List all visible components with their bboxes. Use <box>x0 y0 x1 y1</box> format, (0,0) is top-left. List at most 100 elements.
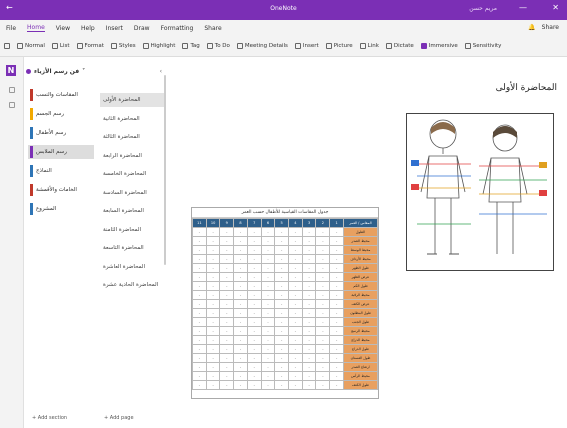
minimize-button[interactable]: — <box>519 3 527 12</box>
list-icon <box>51 43 58 49</box>
table-cell: - <box>260 344 276 354</box>
table-cell: - <box>329 353 344 363</box>
body-measurement-figure[interactable] <box>406 113 554 271</box>
menu-item-home[interactable]: Home <box>27 24 45 32</box>
table-row: - - - - - - - - - - - محيط الصدر <box>192 236 378 246</box>
add-page-button[interactable]: + Add page <box>96 415 168 421</box>
page-item[interactable]: المحاضرة الأولى <box>100 93 164 107</box>
ribbon-button-10[interactable]: Picture <box>325 43 353 49</box>
page-item[interactable]: المحاضرة التاسعة <box>100 241 164 255</box>
table-cell: - <box>205 335 221 345</box>
page-item[interactable]: المحاضرة العاشرة <box>100 260 164 274</box>
ribbon-button-9[interactable]: Insert <box>294 43 319 49</box>
expand-icon[interactable]: ‹ <box>160 68 162 75</box>
notifications-icon[interactable]: 🔔 <box>528 24 535 31</box>
close-button[interactable]: ✕ <box>552 3 559 12</box>
table-cell: - <box>329 236 344 246</box>
page-item[interactable]: المحاضرة الرابعة <box>100 149 164 163</box>
ribbon-label: Normal <box>25 43 45 49</box>
ribbon-button-14[interactable]: Sensitivity <box>464 43 501 49</box>
table-cell: - <box>246 353 262 363</box>
ribbon-button-8[interactable]: Meeting Details <box>236 43 288 49</box>
page-item[interactable]: المحاضرة الحادية عشرة <box>100 278 164 292</box>
page-title[interactable]: المحاضرة الأولى <box>496 83 557 93</box>
table-header-cell: 5 <box>274 218 290 228</box>
meeting-icon <box>236 43 243 49</box>
table-cell: - <box>260 371 276 381</box>
table-cell: - <box>288 344 303 354</box>
table-cell: - <box>288 299 303 309</box>
account-name[interactable]: مريم حسن <box>469 5 497 12</box>
table-cell: - <box>315 281 331 291</box>
table-cell: - <box>288 371 303 381</box>
table-cell: - <box>301 272 317 282</box>
table-header-cell: 11 <box>192 218 207 228</box>
share-button[interactable]: Share <box>542 24 559 31</box>
table-row: - - - - - - - - - - - طول الكتف <box>192 380 378 390</box>
ribbon-button-4[interactable]: Styles <box>110 43 136 49</box>
ribbon-button-3[interactable]: Format <box>76 43 104 49</box>
table-cell: - <box>315 353 331 363</box>
table-cell: - <box>246 308 262 318</box>
table-cell: - <box>233 344 248 354</box>
table-cell: - <box>329 335 344 345</box>
table-header-cell: 1 <box>329 218 344 228</box>
menu-item-insert[interactable]: Insert <box>106 25 123 32</box>
page-item[interactable]: المحاضرة الثانية <box>100 112 164 126</box>
page-item[interactable]: المحاضرة الثالثة <box>100 130 164 144</box>
notebook-header[interactable]: فن رسم الأزياء ˅ ‹ <box>26 65 166 77</box>
measurement-table-image[interactable]: جدول المقاسات القياسية للأطفال حسب العمر… <box>191 207 379 399</box>
ribbon-button-0[interactable] <box>4 43 10 49</box>
table-cell: - <box>192 353 207 363</box>
section-tab[interactable]: رسم الملابس <box>28 145 94 159</box>
chevron-down-icon[interactable]: ˅ <box>82 68 85 75</box>
table-cell: - <box>301 227 317 237</box>
panel-scrollbar[interactable] <box>164 75 166 265</box>
menu-item-share[interactable]: Share <box>204 25 221 32</box>
menu-item-draw[interactable]: Draw <box>134 25 150 32</box>
table-cell: - <box>274 272 290 282</box>
ribbon-button-11[interactable]: Link <box>359 43 379 49</box>
ribbon-button-1[interactable]: Normal <box>17 43 45 49</box>
table-cell: - <box>219 380 235 390</box>
ribbon-label: Styles <box>118 43 136 49</box>
ribbon-button-7[interactable]: To Do <box>206 43 230 49</box>
ribbon-label: Tag <box>190 43 200 49</box>
table-cell: - <box>192 335 207 345</box>
page-item[interactable]: المحاضرة الثامنة <box>100 223 164 237</box>
table-cell: - <box>219 227 235 237</box>
ribbon-label: Highlight <box>150 43 176 49</box>
menu-item-view[interactable]: View <box>56 25 70 32</box>
page-item[interactable]: المحاضرة السادسة <box>100 186 164 200</box>
ribbon-label: Dictate <box>393 43 414 49</box>
ribbon-button-12[interactable]: Dictate <box>385 43 414 49</box>
section-tab[interactable]: المشروع <box>28 202 94 216</box>
add-section-button[interactable]: + Add section <box>24 415 96 421</box>
section-tab[interactable]: الخامات والأقمشة <box>28 183 94 197</box>
table-cell: - <box>192 236 207 246</box>
search-icon[interactable] <box>9 87 15 93</box>
table-cell: - <box>192 263 207 273</box>
table-header-cell: المقاس / العمر <box>343 218 378 228</box>
table-cell: - <box>315 335 331 345</box>
menu-item-help[interactable]: Help <box>81 25 95 32</box>
ribbon-button-2[interactable]: List <box>51 43 70 49</box>
page-item[interactable]: المحاضرة الخامسة <box>100 167 164 181</box>
table-row: - - - - - - - - - - - محيط الرأس <box>192 371 378 381</box>
table-cell: - <box>301 281 317 291</box>
page-canvas[interactable]: المحاضرة الأولى جدول المقاسات القياسية ل… <box>168 57 567 428</box>
section-tab[interactable]: النماذج <box>28 164 94 178</box>
recent-icon[interactable] <box>9 102 15 108</box>
table-cell: - <box>260 308 276 318</box>
section-tab[interactable]: رسم الأطفال <box>28 126 94 140</box>
section-tab[interactable]: المقاسات والنسب <box>28 88 94 102</box>
section-tab[interactable]: رسم الجسم <box>28 107 94 121</box>
table-cell: - <box>192 281 207 291</box>
page-item[interactable]: المحاضرة السابعة <box>100 204 164 218</box>
ribbon-button-6[interactable]: Tag <box>182 43 200 49</box>
menu-item-formatting[interactable]: Formatting <box>161 25 194 32</box>
ribbon-button-5[interactable]: Highlight <box>142 43 176 49</box>
ribbon-button-13[interactable]: Immersive <box>420 43 458 49</box>
menu-item-file[interactable]: File <box>6 25 16 32</box>
section-label: المقاسات والنسب <box>36 92 78 98</box>
